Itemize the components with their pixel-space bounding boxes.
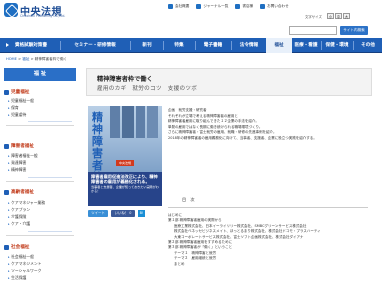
- mail-icon: [260, 4, 266, 9]
- book-description: 企画 就労支援・研究者 それぞれが立場で考える精神障害者の雇用と 精神障害者雇用…: [168, 108, 317, 140]
- sidebar-item-child-general[interactable]: 児童福祉一般: [8, 97, 76, 104]
- breadcrumb-separator: >: [30, 57, 34, 61]
- sidebar-item-social-general[interactable]: 社会福祉一般: [8, 253, 76, 260]
- cover-building: [122, 106, 134, 138]
- tweet-button[interactable]: ツイート: [88, 210, 108, 217]
- book-cover-image[interactable]: 精神 障害 者 枠で 働く 中央法規 障害者雇用促進法改正により、精神障害者の雇…: [88, 106, 162, 206]
- sidebar-divider: [6, 125, 74, 126]
- sidebar-item-care-plan[interactable]: ケアプラン: [8, 206, 76, 213]
- page-subtitle: 雇用のカギ 就労のコツ 支援のツボ: [97, 86, 198, 92]
- category-icon: [4, 189, 9, 195]
- toc-item: まとめ: [174, 261, 185, 266]
- sidebar-item-livelihood[interactable]: 生活保護: [8, 274, 76, 281]
- nav-separator: [130, 41, 131, 50]
- toc-divider: [168, 207, 368, 208]
- nav-item-new[interactable]: 新刊: [132, 38, 162, 53]
- font-size-large-button[interactable]: 大: [343, 13, 350, 19]
- sidebar-item-abuse[interactable]: 児童虐待: [8, 111, 76, 118]
- nav-item-health[interactable]: 保健・環境: [322, 38, 352, 53]
- nav-item-medical[interactable]: 医療・看護: [292, 38, 320, 53]
- journal-icon: [196, 4, 202, 9]
- font-size-small-button[interactable]: 小: [327, 13, 334, 19]
- sidebar-item-mental[interactable]: 精神障害: [8, 166, 76, 173]
- site-logo[interactable]: 中央法規 Chuohoki Publishing Co.,Ltd.: [4, 3, 74, 19]
- share-buttons: ツイート いいね！ 0 B!: [88, 210, 145, 217]
- page: 中央法規 Chuohoki Publishing Co.,Ltd. 会社概要 ジ…: [0, 0, 382, 300]
- cover-building: [136, 106, 145, 138]
- header: 中央法規 Chuohoki Publishing Co.,Ltd. 会社概要 ジ…: [0, 0, 382, 38]
- page-title: 精神障害者枠で働く: [97, 76, 153, 83]
- top-link-company[interactable]: 会社概要: [168, 4, 189, 9]
- cover-publisher-ribbon: 中央法規: [116, 160, 134, 166]
- sidebar-heading: 福 祉: [4, 68, 76, 81]
- sidebar-divider: [6, 235, 74, 236]
- logo-mark-icon: [4, 3, 18, 17]
- category-icon: [4, 143, 9, 149]
- breadcrumb: HOME > 福祉 > 精神障害者枠で働く: [6, 57, 67, 62]
- hatena-bookmark-button[interactable]: B!: [138, 210, 145, 217]
- sidebar: 福 祉 児童福祉 児童福祉一般 保育 児童虐待 障害者福祉 障害者福祉一般 発達…: [4, 68, 76, 300]
- sidebar-more-bar: [28, 231, 72, 232]
- sidebar-divider: [6, 181, 74, 182]
- sidebar-item-care-management[interactable]: ケアマネジメント: [8, 260, 76, 267]
- breadcrumb-current: 精神障害者枠で働く: [34, 57, 68, 61]
- nav-item-other[interactable]: その他: [354, 38, 382, 53]
- sidebar-item-insurance[interactable]: 介護保険: [8, 213, 76, 220]
- category-icon: [4, 244, 9, 250]
- sidebar-item-care-manager[interactable]: ケアマネジャー業務: [8, 199, 76, 206]
- bookstore-icon: [235, 4, 241, 9]
- sidebar-more-bar: [28, 121, 72, 122]
- facebook-like-button[interactable]: いいね！ 0: [111, 210, 135, 217]
- nav-separator: [60, 41, 61, 50]
- main-content: 精神障害者枠で働く 雇用のカギ 就労のコツ 支援のツボ 精神 障害 者 枠で 働…: [86, 68, 372, 300]
- sidebar-more-bar: [28, 177, 72, 178]
- nav-item-features[interactable]: 特集: [164, 38, 194, 53]
- sidebar-item-social-work[interactable]: ソーシャルワーク: [8, 267, 76, 274]
- breadcrumb-home[interactable]: HOME: [6, 57, 17, 61]
- logo-subtitle: Chuohoki Publishing Co.,Ltd.: [20, 14, 66, 18]
- breadcrumb-category[interactable]: 福祉: [22, 57, 29, 61]
- sidebar-item-nursery[interactable]: 保育: [8, 104, 76, 111]
- company-icon: [168, 4, 173, 9]
- nav-item-exam-books[interactable]: 資格試験対策書: [4, 38, 58, 53]
- nav-arrow-icon: [6, 43, 9, 47]
- top-link-contact[interactable]: お問い合わせ: [260, 4, 289, 9]
- cover-building: [147, 106, 158, 138]
- cover-blurb: 障害者雇用促進法改正により、精神障害者の雇用が義務化される。 当事者と支援者、企…: [88, 172, 162, 206]
- top-links: 会社概要 ジャーナル一覧 書店様 お問い合わせ: [168, 4, 289, 9]
- sidebar-item-developmental[interactable]: 発達障害: [8, 159, 76, 166]
- nav-item-ebooks[interactable]: 電子書籍: [196, 38, 230, 53]
- top-link-journals[interactable]: ジャーナル一覧: [196, 4, 228, 9]
- main-nav: 資格試験対策書 セミナー・研修情報 新刊 特集 電子書籍 法令情報 福祉 医療・…: [0, 38, 382, 53]
- top-link-bookstores[interactable]: 書店様: [235, 4, 253, 9]
- sidebar-category-child[interactable]: 児童福祉: [4, 88, 76, 96]
- font-size-medium-button[interactable]: 中: [335, 13, 342, 19]
- sidebar-category-disability[interactable]: 障害者福祉: [4, 142, 76, 150]
- nav-item-legal[interactable]: 法令情報: [232, 38, 266, 53]
- book-title-bar: 精神障害者枠で働く 雇用のカギ 就労のコツ 支援のツボ: [86, 68, 372, 96]
- font-size-label: 文字サイズ: [305, 15, 322, 19]
- search-input[interactable]: [289, 26, 337, 35]
- sidebar-category-social[interactable]: 社会福祉: [4, 243, 76, 251]
- toc-heading: 目 次: [182, 197, 195, 202]
- nav-item-welfare[interactable]: 福祉: [266, 38, 292, 53]
- search-button[interactable]: サイト内検索: [340, 26, 368, 35]
- sidebar-item-disability-general[interactable]: 障害者福祉一般: [8, 152, 76, 159]
- table-of-contents: はじめに 第１部 精神障害者雇用の実際から 医療工業株式会社、日本イーライリリー…: [168, 213, 368, 267]
- sidebar-category-elderly[interactable]: 高齢者福祉: [4, 188, 76, 196]
- category-icon: [4, 89, 9, 95]
- breadcrumb-separator: >: [18, 57, 22, 61]
- nav-item-seminars[interactable]: セミナー・研修情報: [62, 38, 128, 53]
- cover-building: [110, 106, 120, 138]
- sidebar-item-care[interactable]: ケア・介護: [8, 220, 76, 227]
